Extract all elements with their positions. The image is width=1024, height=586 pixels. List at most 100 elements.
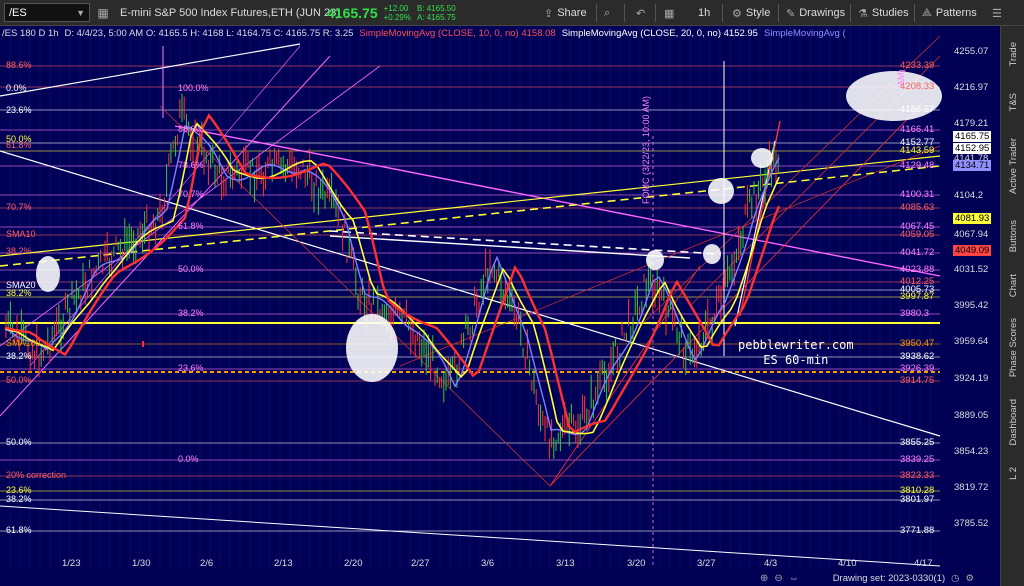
fib-label: 100.0% xyxy=(178,83,209,93)
price-axis-label: 3785.52 xyxy=(954,518,989,529)
price-axis-label: 4216.97 xyxy=(954,82,989,93)
history-icon: ↶ xyxy=(636,7,646,20)
history-button[interactable]: ↶ xyxy=(636,0,645,26)
fib-label: 38.2% xyxy=(178,308,204,318)
share-button[interactable]: ⇪ Share xyxy=(544,0,587,26)
sidebar-tab-label: Trade xyxy=(1007,41,1019,67)
zoom-controls: ⊕ ⊖ ⇔ xyxy=(760,573,799,584)
fib-label: 0.0% xyxy=(178,454,199,464)
sidebar-tab-t-s[interactable]: T&S xyxy=(1001,82,1024,122)
sidebar-tab-label: Chart xyxy=(1007,274,1019,298)
fib-label: 23.6% xyxy=(178,363,204,373)
sma-readout-2: SimpleMovingAvg ( xyxy=(763,28,846,39)
symbol-selector[interactable]: /ES ▼ xyxy=(4,3,90,22)
interval-selector[interactable]: 1h xyxy=(698,0,710,26)
sidebar-tab-buttons[interactable]: Buttons xyxy=(1001,210,1024,262)
price-axis-label: 3924.19 xyxy=(954,373,989,384)
change-percent: +0.29% xyxy=(383,12,411,22)
more-menu-button[interactable]: ☰ xyxy=(992,0,1002,26)
clock-icon: ◷ xyxy=(951,573,960,584)
date-axis-label: 1/23 xyxy=(62,558,81,569)
fib-label: 50.0% xyxy=(6,437,32,447)
date-axis-label: 4/3 xyxy=(764,558,778,569)
divider xyxy=(914,4,915,22)
chart-header: /ES 180 D 1h xyxy=(2,28,59,39)
zoom-out-icon[interactable]: ⊖ xyxy=(774,573,782,584)
date-axis-label: 1/30 xyxy=(132,558,151,569)
highlight-ellipse xyxy=(708,178,734,204)
drawings-label: Drawings xyxy=(799,7,846,19)
chevron-down-icon: ▼ xyxy=(76,7,85,18)
studies-icon: ⚗ xyxy=(858,7,868,20)
date-axis-label: 2/27 xyxy=(411,558,430,569)
price-tag: 4081.93 xyxy=(953,213,992,224)
dashed-trendline xyxy=(329,230,721,255)
fib-label: 88.6% xyxy=(6,60,32,70)
chart-info-line: /ES 180 D 1h D: 4/4/23, 5:00 AM O: 4165.… xyxy=(2,28,846,39)
date-axis-label: 3/27 xyxy=(697,558,716,569)
fib-label: 61.8% xyxy=(6,140,32,150)
highlight-ellipse xyxy=(346,314,398,382)
watermark-subtitle: ES 60-min xyxy=(763,353,829,367)
bid-ask: B: 4165.50 A: 4165.75 xyxy=(417,4,456,22)
price-axis-label: 3854.23 xyxy=(954,446,989,457)
zoom-in-icon[interactable]: ⊕ xyxy=(760,573,768,584)
sidebar-tab-trade[interactable]: Trade xyxy=(1001,30,1024,78)
sidebar-tab-l-2[interactable]: L 2 xyxy=(1001,458,1024,488)
sidebar-tab-dashboard[interactable]: Dashboard xyxy=(1001,390,1024,454)
fib-label: 38.2% xyxy=(6,351,32,361)
divider xyxy=(596,4,597,22)
level-label: 4100.31 xyxy=(900,189,935,200)
price-tag: 4152.95 xyxy=(953,143,992,154)
sidebar-tab-phase-scores[interactable]: Phase Scores xyxy=(1001,310,1024,386)
level-label: 3938.62 xyxy=(900,351,935,362)
right-sidebar: Trade T&S Active Trader Buttons Chart Phase S… xyxy=(1000,26,1024,586)
studies-button[interactable]: ⚗ Studies xyxy=(858,0,909,26)
sidebar-tab-label: T&S xyxy=(1007,92,1019,112)
patterns-button[interactable]: ⟁ Patterns xyxy=(922,0,977,26)
drawings-button[interactable]: ✎ Drawings xyxy=(786,0,845,26)
level-label: 4059.05 xyxy=(900,229,935,240)
sidebar-tab-label: L 2 xyxy=(1007,466,1019,480)
last-price: 4165.75 xyxy=(327,4,378,21)
calendar-button[interactable]: ▦ xyxy=(664,0,674,26)
date-axis-label: 4/10 xyxy=(838,558,857,569)
drawing-set-label: Drawing set: 2023-0330(1) xyxy=(832,573,946,584)
instrument-name: E-mini S&P 500 Index Futures,ETH (JUN 23… xyxy=(120,6,340,19)
price-axis-label: 3995.42 xyxy=(954,300,989,311)
gear-icon: ⚙ xyxy=(965,573,974,584)
sidebar-tab-label: Active Trader xyxy=(1007,138,1019,194)
sidebar-tab-active-trader[interactable]: Active Trader xyxy=(1001,126,1024,206)
chart-canvas xyxy=(0,26,942,567)
price-chart[interactable]: /ES 180 D 1h D: 4/4/23, 5:00 AM O: 4165.… xyxy=(0,26,1000,586)
level-label: 4166.41 xyxy=(900,124,935,135)
style-label: Style xyxy=(745,7,771,19)
fib-label: 23.6% xyxy=(6,105,32,115)
fib-label: 61.8% xyxy=(6,525,32,535)
sidebar-tab-chart[interactable]: Chart xyxy=(1001,266,1024,306)
price-axis-label: 3959.64 xyxy=(954,336,989,347)
divider xyxy=(722,4,723,22)
level-label: 3926.39 xyxy=(900,363,935,374)
level-label: 3823.33 xyxy=(900,470,935,481)
sma-red-line xyxy=(4,113,781,434)
sma10-readout: SimpleMovingAvg (CLOSE, 10, 0, no) 4158.… xyxy=(359,28,556,39)
level-label: 4041.72 xyxy=(900,247,935,258)
fib-label: 38.2% xyxy=(6,246,32,256)
drawing-set-status[interactable]: Drawing set: 2023-0330(1) ◷ ⚙ xyxy=(833,573,974,584)
pan-icon[interactable]: ⇔ xyxy=(789,573,799,584)
style-button[interactable]: ⚙ Style xyxy=(732,0,770,26)
interval-label: 1h xyxy=(698,7,711,19)
trendline xyxy=(549,265,701,487)
date-axis-label: 3/13 xyxy=(556,558,575,569)
sidebar-tab-label: Dashboard xyxy=(1007,398,1019,446)
grid-menu-icon[interactable]: ▦ xyxy=(94,4,112,22)
search-button[interactable]: ⌕ xyxy=(604,0,610,26)
price-tag: 4134.71 xyxy=(953,160,992,171)
level-label: 4023.88 xyxy=(900,264,935,275)
level-label: 3801.97 xyxy=(900,494,935,505)
bid-value: B: 4165.50 xyxy=(416,3,456,13)
price-axis-label: 4104.2 xyxy=(954,190,984,201)
fib-label: 20% correction xyxy=(6,470,67,480)
price-axis-label: 3819.72 xyxy=(954,482,989,493)
